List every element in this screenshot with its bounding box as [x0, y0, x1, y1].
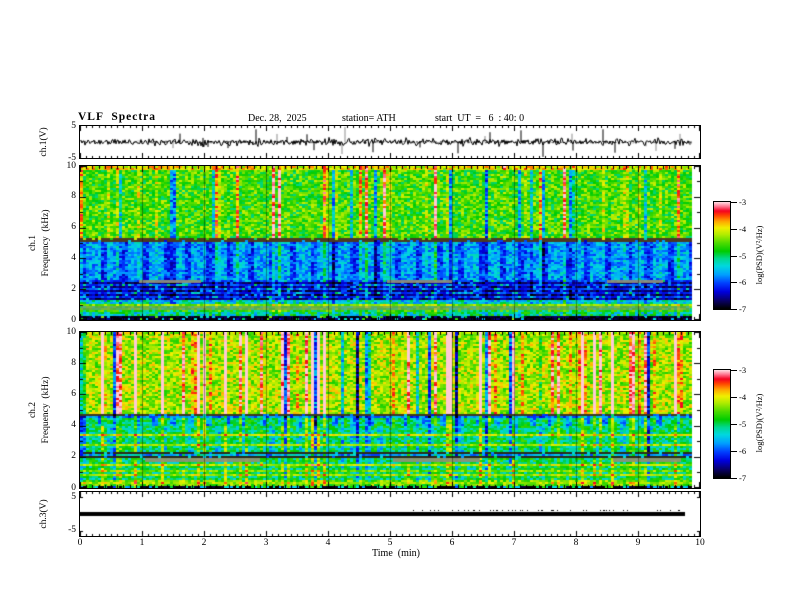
colorbar-tickmark: [731, 424, 737, 425]
figure-title: VLF Spectra: [78, 111, 157, 123]
time-tick-label: 10: [695, 538, 705, 548]
colorbar-ch1: [713, 201, 731, 310]
spec1-ytick-label: 2: [71, 283, 76, 294]
colorbar-ch2: [713, 369, 731, 479]
time-tick-label: 3: [263, 538, 269, 548]
colorbar-tick-label: -6: [739, 446, 747, 456]
spec2-ytick-label: 10: [66, 326, 77, 337]
header-station: station= ATH: [342, 113, 396, 124]
spec2-ytick-label: 4: [71, 420, 76, 431]
wave1-ytick-label: 5: [71, 120, 76, 131]
colorbar-tickmark: [731, 256, 737, 257]
colorbar-tickmark: [731, 397, 737, 398]
time-tick-label: 1: [139, 538, 145, 548]
spec1-ytick-label: 0: [71, 314, 76, 325]
spec1-ytick-label: 6: [71, 222, 76, 233]
ch3-voltage-waveform: [80, 492, 700, 536]
time-tick-label: 0: [77, 538, 83, 548]
header-start-ut: start UT = 6 : 40: 0: [435, 113, 525, 124]
ch1-voltage-axis-label: ch.1(V): [39, 127, 49, 157]
colorbar-tickmark: [731, 202, 737, 203]
ch1-spectrogram-channel-label: ch.1: [28, 234, 38, 252]
panel-ch3-voltage: [79, 491, 701, 537]
ch2-frequency-axis-label: Frequency (kHz): [41, 376, 51, 444]
colorbar-tickmark: [731, 309, 737, 310]
colorbar-tick-label: -5: [739, 250, 747, 261]
colorbar-tick-label: -7: [739, 304, 747, 314]
colorbar-tickmark: [731, 478, 737, 479]
ch1-frequency-axis-label: Frequency (kHz): [41, 209, 51, 277]
spec2-ytick-label: 6: [71, 388, 76, 399]
colorbar-ch2-gradient: [714, 370, 730, 478]
vlf-spectra-figure: VLF Spectra Dec. 28, 2025 station= ATH s…: [0, 0, 792, 612]
colorbar-tick-label: -7: [739, 473, 747, 483]
panel-ch1-voltage: [79, 125, 701, 159]
panel-ch1-spectrogram: [79, 165, 701, 321]
panel-ch2-spectrogram: [79, 331, 701, 489]
time-tick-label: 6: [449, 538, 455, 548]
colorbar-tickmark: [731, 370, 737, 371]
colorbar-tick-label: -4: [739, 392, 747, 402]
wave3-ytick-label: -5: [68, 525, 76, 536]
spec1-ytick-label: 4: [71, 252, 76, 263]
wave3-ytick-label: 5: [71, 491, 76, 502]
ch3-voltage-axis-label: ch.3(V): [39, 499, 49, 529]
time-axis-label: Time (min): [372, 548, 420, 559]
ch1-spectrogram-heatmap: [80, 166, 700, 320]
ch1-voltage-waveform: [80, 126, 700, 158]
time-tick-label: 8: [573, 538, 579, 548]
spec2-ytick-label: 8: [71, 357, 76, 368]
header-date: Dec. 28, 2025: [248, 113, 307, 124]
spec1-ytick-label: 8: [71, 191, 76, 202]
colorbar-tick-label: -5: [739, 419, 747, 429]
time-tick-label: 2: [201, 538, 207, 548]
colorbar-tickmark: [731, 282, 737, 283]
time-tick-label: 5: [387, 538, 393, 548]
time-tick-label: 9: [635, 538, 641, 548]
colorbar-tick-label: -3: [739, 365, 747, 375]
ch2-spectrogram-channel-label: ch.2: [28, 401, 38, 419]
colorbar-ch1-gradient: [714, 202, 730, 309]
time-tick-label: 4: [325, 538, 331, 548]
time-tick-label: 7: [511, 538, 517, 548]
colorbar-tickmark: [731, 451, 737, 452]
spec2-ytick-label: 2: [71, 451, 76, 462]
spec1-ytick-label: 10: [66, 160, 77, 171]
colorbar-tick-label: -3: [739, 197, 747, 207]
colorbar-tick-label: -6: [739, 277, 747, 288]
ch2-spectrogram-heatmap: [80, 332, 700, 488]
colorbar-tickmark: [731, 229, 737, 230]
colorbar-tick-label: -4: [739, 223, 747, 234]
